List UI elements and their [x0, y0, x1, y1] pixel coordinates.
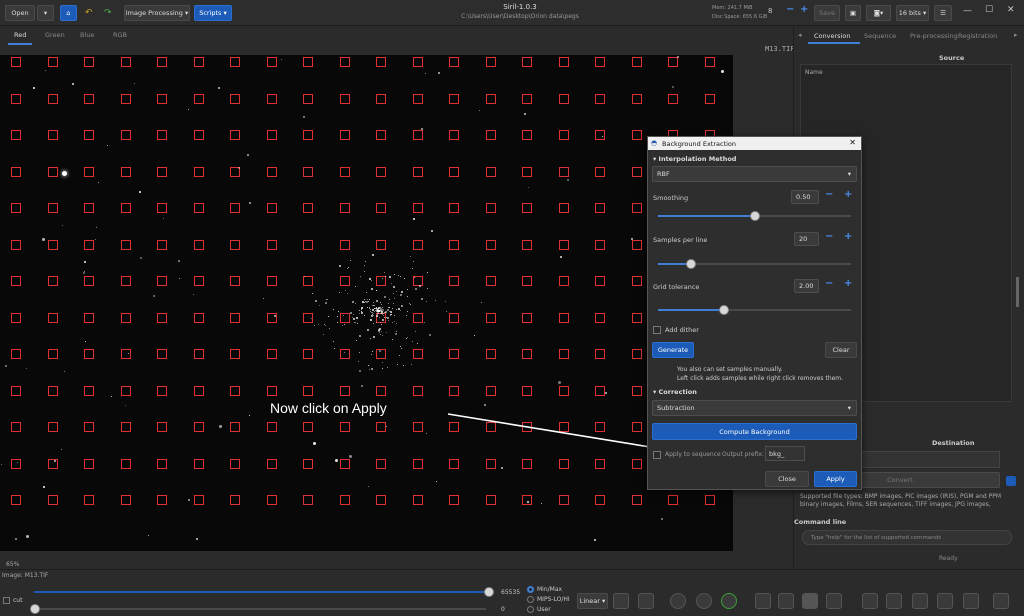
smoothing-label: Smoothing: [653, 194, 689, 202]
info-icon[interactable]: [993, 593, 1009, 609]
apply-to-sequence-checkbox[interactable]: [653, 451, 661, 459]
apply-button[interactable]: Apply: [814, 471, 857, 487]
interpolation-section[interactable]: ▾ Interpolation Method: [653, 155, 736, 163]
correction-section[interactable]: ▾ Correction: [653, 388, 697, 396]
status-ready: Ready: [939, 555, 958, 562]
radio-user-label: User: [537, 606, 551, 613]
samples-minus-icon[interactable]: −: [825, 231, 833, 242]
output-prefix-input[interactable]: bkg_: [765, 446, 805, 461]
active-tab-indicator: [808, 42, 860, 44]
radio-minmax-label: Min/Max: [537, 586, 563, 593]
smoothing-plus-icon[interactable]: +: [844, 189, 852, 200]
info-text-2: Left click adds samples while right clic…: [677, 375, 844, 382]
dialog-titlebar: ◓ Background Extraction ✕: [648, 137, 861, 150]
samples-plus-icon[interactable]: +: [844, 231, 852, 242]
max-slider-knob[interactable]: [484, 587, 494, 597]
grid-view-icon[interactable]: [755, 593, 771, 609]
dialog-close-icon[interactable]: ✕: [849, 138, 856, 147]
supported-file-types: Supported file types: BMP images, PiC im…: [800, 493, 1002, 508]
min-value: 0: [501, 606, 505, 613]
output-prefix-label: Output prefix:: [722, 451, 764, 458]
radio-minmax[interactable]: [527, 586, 534, 593]
chevron-down-icon: ▾: [847, 170, 851, 178]
apply-to-sequence-label: Apply to sequence: [665, 451, 721, 458]
image-name-label: Image: M13.TIF: [2, 572, 49, 579]
tab-scroll-right-icon[interactable]: ▸: [1014, 31, 1018, 39]
command-input[interactable]: Type "help" for the list of supported co…: [802, 530, 1012, 545]
globe-icon[interactable]: [696, 593, 712, 609]
smoothing-slider-knob[interactable]: [749, 211, 760, 221]
grid-plus-icon[interactable]: +: [844, 278, 852, 289]
interpolation-method-select[interactable]: RBF ▾: [652, 166, 857, 182]
bottom-bar: Image: M13.TIF cut 65535 0 Min/Max MIPS-…: [0, 569, 1024, 616]
cut-checkbox[interactable]: [3, 597, 10, 604]
destination-header: Destination: [932, 439, 975, 447]
negative-view-icon[interactable]: [613, 593, 629, 609]
grid-minus-icon[interactable]: −: [825, 278, 833, 289]
smoothing-input[interactable]: 0.50: [791, 190, 819, 204]
radio-mips-label: MIPS-LO/HI: [537, 596, 570, 603]
close-button[interactable]: Close: [765, 471, 809, 487]
compute-background-button[interactable]: Compute Background: [652, 423, 857, 440]
target-icon[interactable]: [721, 593, 737, 609]
panel-collapse-icon[interactable]: ◂: [798, 31, 802, 39]
dynamic-psf-icon[interactable]: [802, 593, 818, 609]
cut-label: cut: [13, 597, 23, 604]
grid-tolerance-label: Grid tolerance: [653, 283, 700, 291]
grid-slider-knob[interactable]: [718, 305, 729, 315]
panel-scrollbar[interactable]: [1016, 277, 1019, 307]
background-extraction-icon[interactable]: [886, 593, 902, 609]
tab-sequence[interactable]: Sequence: [864, 32, 896, 40]
rotate-icon[interactable]: [937, 593, 953, 609]
star-finder-icon[interactable]: [778, 593, 794, 609]
max-value: 65535: [501, 589, 521, 596]
add-dither-checkbox[interactable]: [653, 326, 661, 334]
tab-preprocessing[interactable]: Pre-processing: [910, 32, 958, 40]
grid-tolerance-input[interactable]: 2.00: [794, 279, 819, 293]
histogram-icon[interactable]: [963, 593, 979, 609]
clear-button[interactable]: Clear: [825, 342, 857, 358]
samples-per-line-label: Samples per line: [653, 236, 708, 244]
command-line-label: Command line: [794, 518, 847, 526]
radio-user[interactable]: [527, 606, 534, 613]
tab-registration[interactable]: Registration: [958, 32, 997, 40]
source-header: Source: [939, 54, 965, 62]
statistics-icon[interactable]: [912, 593, 928, 609]
histogram-transform-icon[interactable]: [862, 593, 878, 609]
tab-conversion[interactable]: Conversion: [814, 32, 850, 40]
samples-slider-knob[interactable]: [685, 259, 696, 269]
generate-button[interactable]: Generate: [652, 342, 694, 358]
add-dither-label: Add dither: [665, 326, 699, 334]
name-column-header[interactable]: Name: [805, 69, 823, 76]
siril-logo-icon: ◓: [651, 139, 658, 147]
background-extraction-dialog: ◓ Background Extraction ✕ ▾ Interpolatio…: [647, 136, 862, 490]
zoom-level: 65%: [6, 561, 20, 568]
chevron-down-icon: ▾: [847, 404, 851, 412]
photometry-icon[interactable]: [670, 593, 686, 609]
radio-mips[interactable]: [527, 596, 534, 603]
color-saturation-icon[interactable]: [638, 593, 654, 609]
smoothing-slider[interactable]: [658, 211, 851, 221]
grid-tolerance-slider[interactable]: [658, 305, 851, 315]
samples-per-line-input[interactable]: 20: [794, 232, 819, 246]
max-slider-track[interactable]: [34, 591, 486, 593]
min-slider-knob[interactable]: [30, 604, 40, 614]
correction-select[interactable]: Subtraction ▾: [652, 400, 857, 416]
convert-options-icon[interactable]: [1006, 476, 1016, 486]
dialog-title: Background Extraction: [662, 139, 737, 148]
scale-select[interactable]: Linear ▾: [577, 593, 608, 609]
crop-icon[interactable]: [826, 593, 842, 609]
samples-slider[interactable]: [658, 259, 851, 269]
smoothing-minus-icon[interactable]: −: [825, 189, 833, 200]
info-text-1: You also can set samples manually.: [677, 366, 783, 373]
min-slider-track[interactable]: [34, 608, 486, 610]
